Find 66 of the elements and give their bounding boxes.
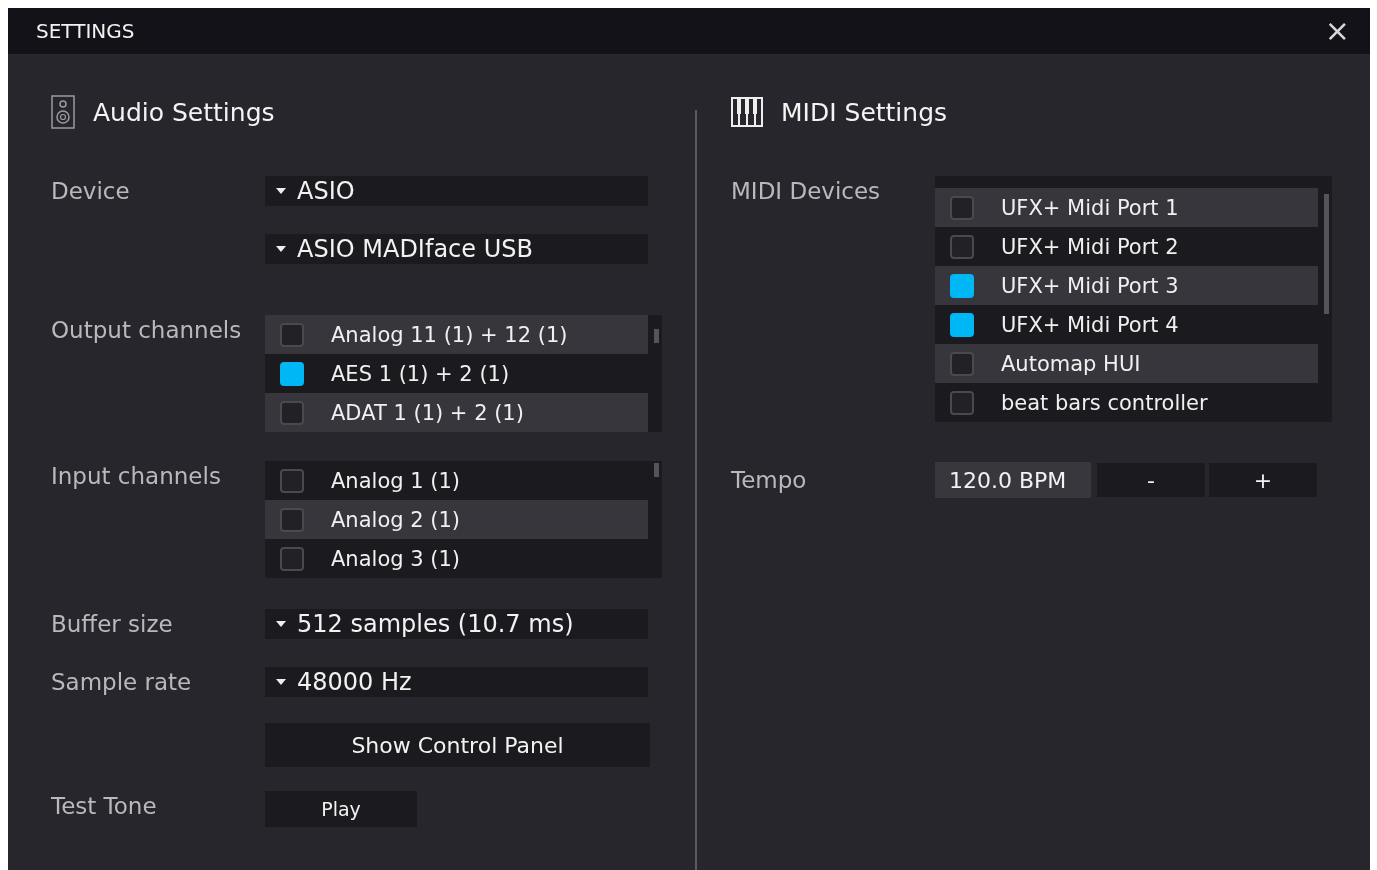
speaker-icon — [51, 95, 75, 129]
close-button[interactable]: × — [1324, 16, 1350, 46]
channel-label: Automap HUI — [1001, 351, 1141, 376]
decrease-button[interactable]: - — [1097, 463, 1205, 497]
scrollbar-thumb[interactable] — [1324, 194, 1329, 314]
field-label: Buffer size — [51, 610, 174, 639]
caret-icon — [275, 620, 287, 628]
caret-icon — [275, 678, 287, 686]
buffer-size-dropdown[interactable]: 512 samples (10.7 ms) — [265, 609, 648, 639]
channel-item[interactable]: UFX+ Midi Port 3 — [935, 266, 1318, 305]
scrollbar-thumb[interactable] — [654, 463, 659, 477]
checkbox[interactable] — [280, 400, 304, 425]
field-label: Device — [51, 177, 131, 206]
caret-icon — [275, 187, 287, 195]
driver-dropdown[interactable]: ASIO MADIface USB — [265, 234, 648, 264]
channel-item[interactable]: beat bars controller — [935, 383, 1318, 422]
tempo-field[interactable]: 120.0 BPM — [935, 462, 1091, 498]
checkbox[interactable] — [950, 234, 974, 259]
checkbox[interactable] — [280, 361, 304, 386]
checkbox[interactable] — [950, 390, 974, 415]
channel-item[interactable]: Analog 2 (1) — [265, 500, 648, 539]
field-label: Output channels — [51, 316, 243, 345]
checkbox[interactable] — [280, 322, 304, 347]
window-title: SETTINGS — [36, 19, 135, 43]
checkbox[interactable] — [950, 273, 974, 298]
channel-label: UFX+ Midi Port 1 — [1001, 195, 1179, 220]
channel-item[interactable]: UFX+ Midi Port 1 — [935, 188, 1318, 227]
show-control-panel-button[interactable]: Show Control Panel — [265, 723, 650, 767]
channel-item[interactable]: UFX+ Midi Port 4 — [935, 305, 1318, 344]
checkbox[interactable] — [280, 546, 304, 571]
piano-keys-icon — [731, 97, 763, 127]
channel-item[interactable]: UFX+ Midi Port 2 — [935, 227, 1318, 266]
field-label: Input channels — [51, 462, 222, 491]
checkbox[interactable] — [950, 195, 974, 220]
channel-item[interactable]: Analog 11 (1) + 12 (1) — [265, 315, 648, 354]
play-button[interactable]: Play — [265, 791, 417, 827]
channel-item[interactable]: Analog 1 (1) — [265, 461, 648, 500]
channel-label: Analog 3 (1) — [331, 546, 460, 571]
section-heading: MIDI Settings — [781, 97, 948, 127]
channel-label: Analog 1 (1) — [331, 468, 460, 493]
channel-label: Analog 2 (1) — [331, 507, 460, 532]
caret-icon — [275, 245, 287, 253]
channel-label: beat bars controller — [1001, 390, 1208, 415]
channel-item[interactable]: AES 1 (1) + 2 (1) — [265, 354, 648, 393]
scrollbar-thumb[interactable] — [654, 329, 659, 343]
checkbox[interactable] — [280, 468, 304, 493]
channel-label: AES 1 (1) + 2 (1) — [331, 361, 510, 386]
field-label: MIDI Devices — [731, 177, 882, 206]
checkbox[interactable] — [280, 507, 304, 532]
channel-label: ADAT 1 (1) + 2 (1) — [331, 400, 524, 425]
channel-label: UFX+ Midi Port 4 — [1001, 312, 1179, 337]
channel-item[interactable]: ADAT 1 (1) + 2 (1) — [265, 393, 648, 432]
channel-label: UFX+ Midi Port 2 — [1001, 234, 1179, 259]
channel-item[interactable]: Analog 3 (1) — [265, 539, 648, 578]
checkbox[interactable] — [950, 312, 974, 337]
channel-label: Analog 11 (1) + 12 (1) — [331, 322, 568, 347]
increase-button[interactable]: + — [1209, 463, 1317, 497]
sample-rate-dropdown[interactable]: 48000 Hz — [265, 667, 648, 697]
device-dropdown[interactable]: ASIO — [265, 176, 648, 206]
checkbox[interactable] — [950, 351, 974, 376]
field-label: Sample rate — [51, 668, 193, 697]
channel-item[interactable]: Automap HUI — [935, 344, 1318, 383]
field-label: Tempo — [731, 466, 808, 495]
channel-label: UFX+ Midi Port 3 — [1001, 273, 1179, 298]
field-label: Test Tone — [51, 792, 158, 821]
section-heading: Audio Settings — [93, 97, 275, 127]
